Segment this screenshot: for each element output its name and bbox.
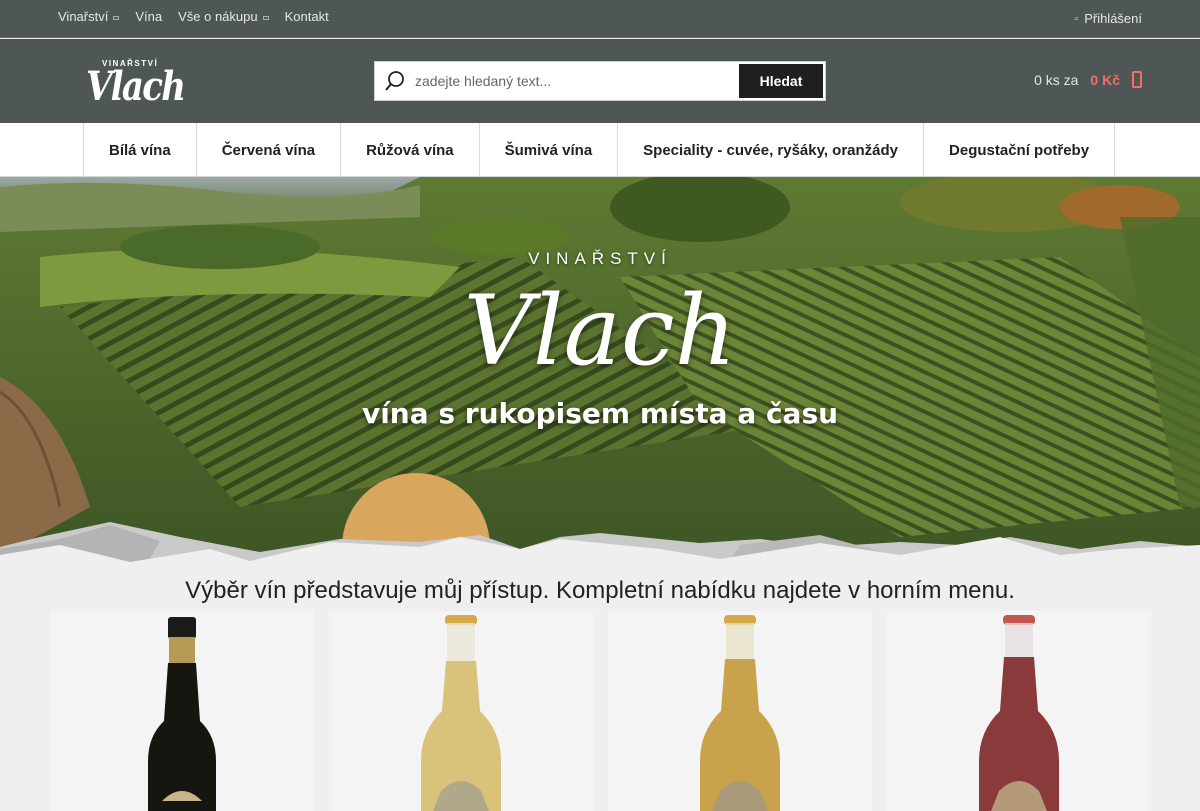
hero-overline: VINAŘSTVÍ: [528, 249, 672, 268]
intro-text: Výběr vín představuje můj přístup. Kompl…: [185, 577, 1015, 604]
wine-bottle-image: [421, 615, 501, 811]
product-card[interactable]: [887, 611, 1151, 811]
cart-price: 0 Kč: [1090, 71, 1120, 88]
search-icon: [375, 62, 415, 100]
nav-item-sumiva-vina[interactable]: Šumivá vína: [480, 123, 619, 177]
cart-icon: [1132, 71, 1142, 88]
wine-bottle-image: [979, 615, 1059, 811]
top-nav: Vinařství Vína Vše o nákupu Kontakt: [58, 9, 329, 24]
header: VINAŘSTVÍ Vlach Hledat 0 ks za 0 Kč: [0, 39, 1200, 123]
search-input[interactable]: [415, 63, 739, 99]
search-button[interactable]: Hledat: [739, 64, 823, 98]
nav-item-cervena-vina[interactable]: Červená vína: [197, 123, 342, 177]
dropdown-icon: [113, 16, 120, 20]
hero-tagline: vína s rukopisem místa a času: [361, 397, 839, 430]
topnav-label: Vína: [135, 9, 163, 24]
dropdown-icon: [262, 16, 269, 20]
login-label: Přihlášení: [1084, 11, 1142, 26]
main-nav: Bílá vína Červená vína Růžová vína Šumiv…: [0, 123, 1200, 177]
hero-title: Vlach: [463, 275, 737, 387]
product-card[interactable]: [50, 611, 314, 811]
lock-icon: ▫: [1074, 12, 1079, 25]
top-bar: Vinařství Vína Vše o nákupu Kontakt ▫ Př…: [0, 0, 1200, 38]
topnav-item-vina[interactable]: Vína: [135, 9, 162, 24]
topnav-label: Kontakt: [284, 9, 329, 24]
topnav-item-vse-o-nakupu[interactable]: Vše o nákupu: [178, 9, 269, 24]
search-bar: Hledat: [374, 61, 826, 101]
topnav-item-vinarstvi[interactable]: Vinařství: [58, 9, 120, 24]
logo-main-text: Vlach: [86, 63, 186, 110]
product-card[interactable]: [608, 611, 872, 811]
nav-item-ruzova-vina[interactable]: Růžová vína: [341, 123, 480, 177]
topnav-label: Vše o nákupu: [178, 9, 258, 24]
logo[interactable]: VINAŘSTVÍ Vlach: [86, 57, 186, 110]
product-list: [50, 611, 1151, 811]
cart[interactable]: 0 ks za 0 Kč: [1034, 71, 1142, 88]
login-link[interactable]: ▫ Přihlášení: [1074, 11, 1142, 26]
nav-item-speciality[interactable]: Speciality - cuvée, ryšáky, oranžády: [618, 123, 925, 177]
nav-item-bila-vina[interactable]: Bílá vína: [84, 123, 197, 177]
topnav-item-kontakt[interactable]: Kontakt: [285, 9, 329, 24]
cart-count: 0 ks za: [1034, 71, 1079, 88]
wine-bottle-image: [700, 615, 780, 811]
nav-item-degustacni-potreby[interactable]: Degustační potřeby: [924, 123, 1116, 177]
hero-banner: VINAŘSTVÍ Vlach vína s rukopisem místa a…: [0, 177, 1200, 577]
topnav-label: Vinařství: [58, 9, 109, 24]
wine-bottle-image: [148, 617, 216, 811]
product-card[interactable]: [329, 611, 593, 811]
